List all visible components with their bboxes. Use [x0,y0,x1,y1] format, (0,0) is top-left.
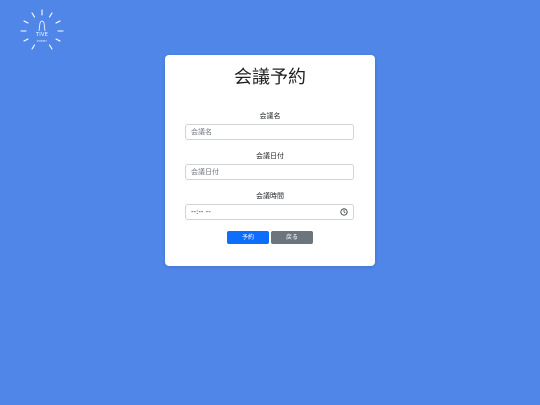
sun-rays-icon [20,9,64,50]
page-title: 会議予約 [234,67,306,88]
meeting-time-value: --:-- -- [191,208,211,216]
logo-text: TIVE [35,32,49,38]
meeting-date-placeholder: 会議日付 [191,168,219,176]
meeting-date-label: 会議日付 [256,152,284,160]
meeting-name-input[interactable]: 会議名 [185,124,354,140]
meeting-time-input[interactable]: --:-- -- [185,204,354,220]
logo-subtext: EVENT [37,39,47,43]
app-logo: TIVE EVENT [18,8,66,54]
reservation-form-card: 会議予約 会議名 会議名 会議日付 会議日付 会議時間 --:-- -- 予約 … [165,55,375,266]
clock-icon[interactable] [340,208,348,216]
submit-button[interactable]: 予約 [227,231,269,244]
meeting-date-input[interactable]: 会議日付 [185,164,354,180]
meeting-name-placeholder: 会議名 [191,128,212,136]
meeting-time-label: 会議時間 [256,192,284,200]
back-button[interactable]: 戻る [271,231,313,244]
meeting-name-label: 会議名 [259,112,281,120]
